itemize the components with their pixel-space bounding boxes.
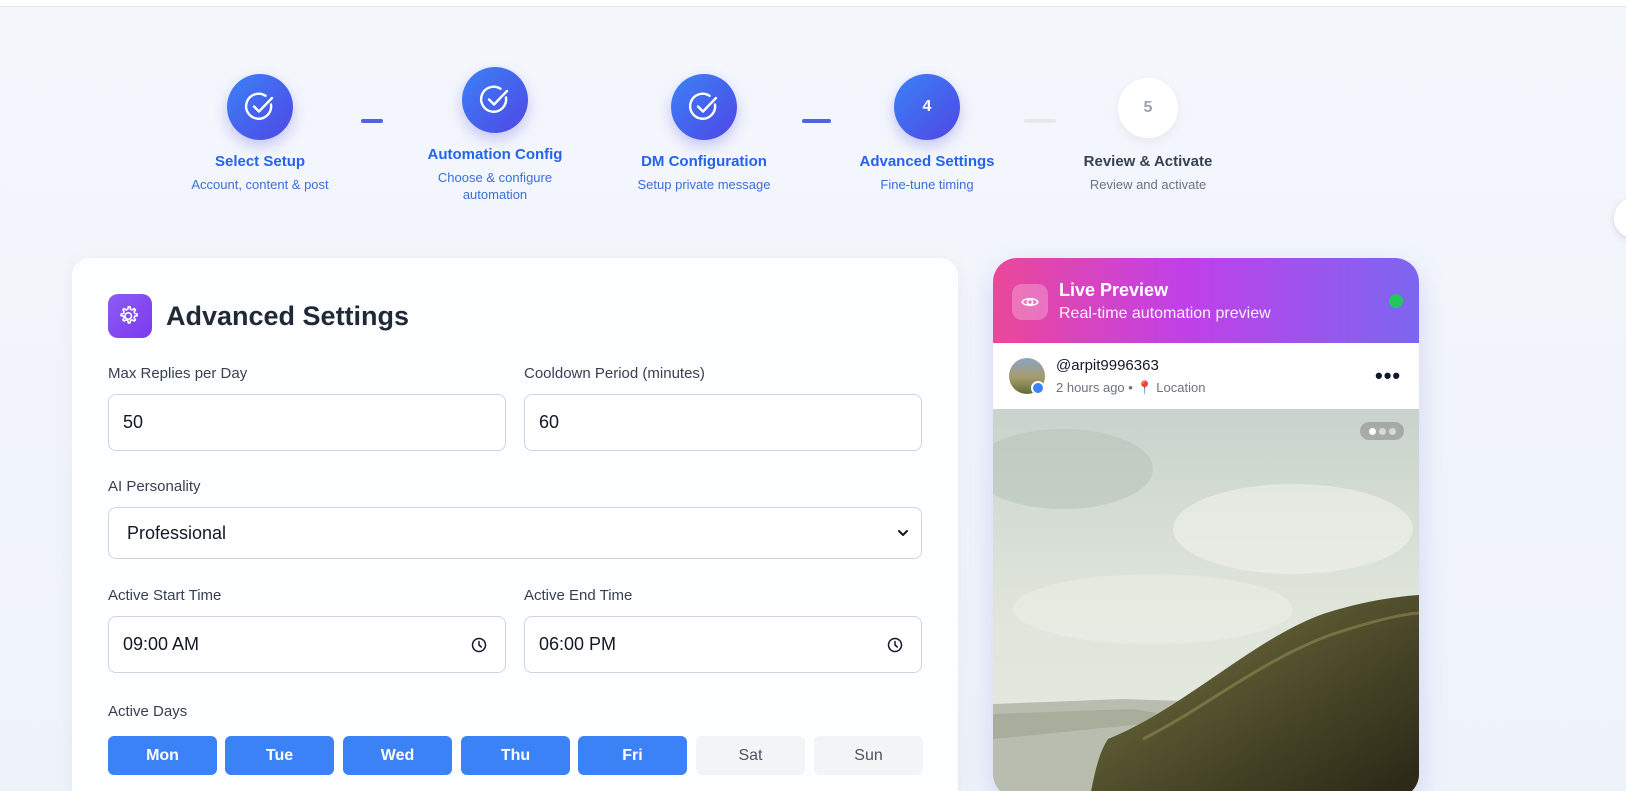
step-subtitle: Account, content & post: [191, 177, 329, 192]
end-time-value: 06:00 PM: [539, 634, 617, 654]
step-check-circle: [671, 74, 737, 140]
step-title: Select Setup: [214, 153, 306, 170]
start-time-input[interactable]: 09:00 AM: [108, 616, 506, 673]
top-bar: [0, 0, 1626, 7]
live-status-dot: [1389, 294, 1403, 308]
check-icon: [244, 92, 274, 120]
end-time-label: Active End Time: [524, 587, 633, 604]
day-toggle-sat[interactable]: Sat: [696, 736, 805, 775]
location-pin-icon: 📍: [1136, 380, 1153, 395]
step-advanced-settings[interactable]: 4 Advanced Settings Fine-tune timing: [847, 74, 1007, 193]
gear-icon: [120, 306, 138, 324]
cooldown-value: 60: [539, 412, 560, 432]
step-number-circle: 5: [1118, 78, 1178, 138]
live-preview-card: Live Preview Real-time automation previe…: [993, 258, 1419, 791]
live-preview-subtitle: Real-time automation preview: [1059, 305, 1271, 322]
day-toggle-wed[interactable]: Wed: [343, 736, 452, 775]
step-connector: [802, 119, 831, 123]
max-replies-label: Max Replies per Day: [108, 365, 248, 382]
start-time-value: 09:00 AM: [123, 634, 200, 654]
post-header: @arpit9996363 2 hours ago • 📍 Location •…: [993, 343, 1419, 409]
step-subtitle: Setup private message: [637, 177, 771, 192]
personality-value: Professional: [127, 522, 227, 543]
day-toggle-thu[interactable]: Thu: [461, 736, 570, 775]
day-toggle-fri[interactable]: Fri: [578, 736, 687, 775]
check-icon: [479, 85, 509, 113]
eye-icon: [1021, 297, 1039, 307]
more-options-icon[interactable]: •••: [1375, 363, 1401, 389]
chevron-down-icon: [898, 530, 908, 536]
step-check-circle: [227, 74, 293, 140]
max-replies-input[interactable]: 50: [108, 394, 506, 451]
post-time: 2 hours ago: [1056, 380, 1125, 395]
day-toggle-sun[interactable]: Sun: [814, 736, 923, 775]
eye-icon-box: [1012, 284, 1048, 320]
active-days-label: Active Days: [108, 703, 188, 720]
post-meta: 2 hours ago • 📍 Location: [1056, 380, 1205, 396]
carousel-dot: [1368, 427, 1376, 435]
step-connector: [1024, 119, 1056, 123]
settings-icon-box: [108, 294, 152, 338]
start-time-label: Active Start Time: [108, 587, 222, 604]
cooldown-label: Cooldown Period (minutes): [524, 365, 705, 382]
step-subtitle: Fine-tune timing: [880, 177, 974, 192]
card-header: Advanced Settings: [108, 294, 409, 338]
step-number-circle: 4: [894, 74, 960, 140]
story-badge-icon: [1031, 381, 1045, 395]
day-toggle-tue[interactable]: Tue: [225, 736, 334, 775]
clock-icon[interactable]: [471, 637, 487, 653]
live-preview-header: Live Preview Real-time automation previe…: [993, 258, 1419, 343]
step-automation-config[interactable]: Automation Config Choose & configure aut…: [415, 67, 575, 203]
check-icon: [688, 92, 718, 120]
personality-label: AI Personality: [108, 478, 201, 495]
post-location: Location: [1156, 380, 1206, 395]
step-title: Automation Config: [427, 146, 563, 163]
live-preview-title: Live Preview: [1059, 280, 1169, 300]
step-subtitle: Choose & configure automation: [437, 170, 553, 202]
cooldown-input[interactable]: 60: [524, 394, 922, 451]
step-subtitle: Review and activate: [1089, 177, 1207, 192]
card-title: Advanced Settings: [166, 300, 410, 331]
carousel-dot: [1378, 427, 1386, 435]
step-review-activate[interactable]: 5 Review & Activate Review and activate: [1068, 78, 1228, 193]
post-image: [993, 409, 1419, 791]
carousel-dot: [1388, 427, 1396, 435]
post-username[interactable]: @arpit9996363: [1056, 357, 1159, 374]
step-title: Review & Activate: [1083, 153, 1213, 170]
step-dm-configuration[interactable]: DM Configuration Setup private message: [624, 74, 784, 193]
carousel-indicator: [1360, 422, 1404, 440]
step-title: Advanced Settings: [859, 153, 995, 170]
meta-separator: •: [1128, 380, 1133, 395]
max-replies-value: 50: [123, 412, 144, 432]
step-title: DM Configuration: [641, 153, 767, 170]
scroll-edge-button[interactable]: [1614, 198, 1626, 238]
step-select-setup[interactable]: Select Setup Account, content & post: [180, 74, 340, 193]
end-time-input[interactable]: 06:00 PM: [524, 616, 922, 673]
step-check-circle: [462, 67, 528, 133]
step-connector: [361, 119, 383, 123]
personality-select[interactable]: Professional: [108, 507, 922, 559]
day-toggle-mon[interactable]: Mon: [108, 736, 217, 775]
landscape-image: [993, 409, 1419, 791]
clock-icon[interactable]: [887, 637, 903, 653]
